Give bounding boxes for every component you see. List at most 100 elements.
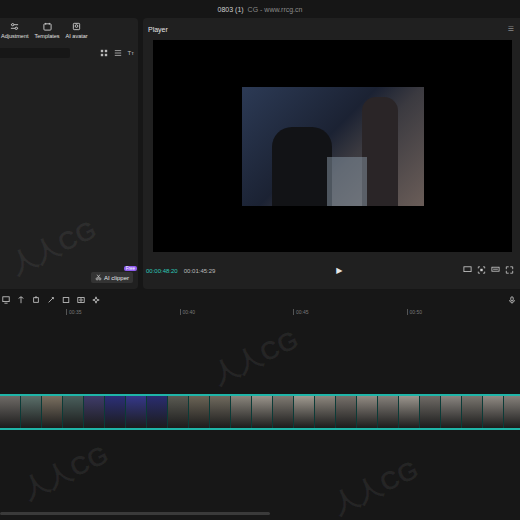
clip-thumbnail [21,396,42,428]
avatar-icon [72,22,81,31]
record-button[interactable] [508,290,516,308]
clip-thumbnail [252,396,273,428]
crop-tool[interactable] [62,290,70,308]
watermark: 人人CG [327,452,424,520]
play-button[interactable]: ▶ [336,266,342,275]
view-row: Tт [0,40,138,58]
grid-icon [100,49,108,57]
list-icon [114,49,122,57]
clip-thumbnail [399,396,420,428]
select-tool[interactable] [2,290,10,308]
template-icon [43,22,52,31]
frame-figure [272,127,332,206]
playback-controls: 00:00:48:20 00:01:45:29 ▶ [146,252,514,289]
panel-footer: AI clipperFree [0,272,138,289]
screen-button[interactable] [463,266,472,275]
microphone-icon [508,296,516,304]
toolbar-tabs: Adjustment Templates AI avatar [0,18,138,40]
clip-thumbnail [504,396,520,428]
menu-button[interactable]: ☰ [508,25,514,33]
toolbar-tab[interactable]: Templates [34,21,61,40]
video-canvas [153,40,512,252]
clip-thumbnail [42,396,63,428]
list-view-button[interactable] [114,49,122,57]
clip-thumbnail [210,396,231,428]
split-tool[interactable] [17,290,25,308]
freeze-tool[interactable] [77,290,85,308]
text-button[interactable]: Tт [128,50,134,56]
clip-thumbnail [84,396,105,428]
wand-tool[interactable] [47,290,55,308]
clip-thumbnail [231,396,252,428]
sparkle-tool[interactable] [92,290,100,308]
clip-thumbnail [483,396,504,428]
trim-tool[interactable] [32,290,40,308]
editor-window: 0803 (1) CG - www.rrcg.cn Adjustment Templa… [0,0,520,520]
freeze-icon [77,296,85,304]
title-bar: 0803 (1) CG - www.rrcg.cn [0,0,520,18]
time-ruler: 00:3500:4000:4500:50 [0,307,520,317]
crop-icon [62,296,70,304]
video-frame [242,87,424,206]
window-title: 0803 (1) [218,6,244,13]
clip-thumbnail [168,396,189,428]
toolbar-tab[interactable]: Adjustment [0,21,30,40]
player-header: Player ☰ [148,18,514,40]
fullscreen-icon [505,266,514,274]
free-badge: Free [124,266,137,271]
watermark: 人人CG [207,322,304,392]
clip-thumbnail [336,396,357,428]
horizontal-scrollbar[interactable] [0,512,270,515]
fit-button[interactable] [477,266,486,275]
timeline-panel: 00:3500:4000:4500:50 [0,290,520,520]
ruler-tick: 00:45 [293,309,407,315]
total-time: 00:01:45:29 [184,268,216,274]
media-list [0,58,138,272]
toolbar-tab[interactable]: AI avatar [65,21,89,40]
fit-icon [477,266,486,274]
clip-thumbnail [105,396,126,428]
tab-label: AI avatar [66,33,88,39]
fullscreen-button[interactable] [505,266,514,275]
ai-clipper-button[interactable]: AI clipperFree [91,272,133,283]
wand-icon [47,296,55,304]
clip-thumbnail [420,396,441,428]
tab-label: Templates [35,33,60,39]
frame-figure [327,157,367,206]
clip-thumbnail [147,396,168,428]
clip-thumbnail [63,396,84,428]
media-panel: Adjustment Templates AI avatar Tт AI clipper… [0,18,138,289]
current-time: 00:00:48:20 [146,268,178,274]
clip-thumbnail [357,396,378,428]
clip-thumbnail [189,396,210,428]
player-panel: Player ☰ 00:00:48:20 00:01:45:29 ▶ [143,18,520,289]
ratio-button[interactable] [491,266,500,275]
watermark: 人人CG [17,437,114,507]
player-title: Player [148,26,168,33]
clip-thumbnail [315,396,336,428]
frame-figure [362,97,398,206]
clip-thumbnail [378,396,399,428]
ruler-tick: 00:40 [180,309,294,315]
ai-clipper-label: AI clipper [104,275,129,281]
clip-thumbnail [0,396,21,428]
select-icon [2,296,10,304]
ruler-tick: 00:35 [66,309,180,315]
grid-view-button[interactable] [100,49,108,57]
video-clip[interactable] [0,394,520,430]
watermark-text: CG - www.rrcg.cn [248,6,303,13]
track-area [0,317,520,512]
clip-thumbnail [441,396,462,428]
main-area: Adjustment Templates AI avatar Tт AI clipper… [0,18,520,289]
player-options [463,266,514,275]
play-area: ▶ [221,266,457,275]
ratio-icon [491,266,500,274]
screen-icon [463,266,472,274]
sparkle-icon [92,296,100,304]
ruler-tick: 00:50 [407,309,520,315]
media-field[interactable] [0,48,70,58]
text-button-label: Tт [128,50,134,56]
timeline-toolbar [0,290,520,307]
tab-label: Adjustment [1,33,29,39]
clip-thumbnail [294,396,315,428]
